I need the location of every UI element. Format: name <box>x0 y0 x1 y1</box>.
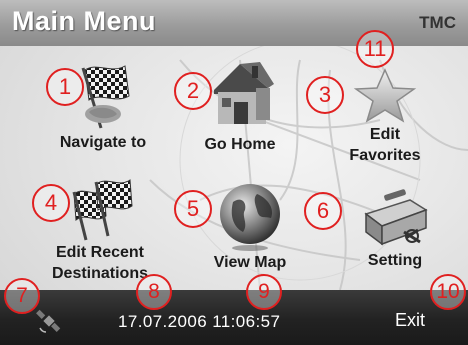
annotation-badge-5: 5 <box>174 190 212 228</box>
main-menu-screen: Main Menu TMC Navigate to Go Home Edit F… <box>0 0 468 345</box>
edit-favorites-label-line1: Edit <box>369 126 401 143</box>
annotation-badge-3: 3 <box>306 76 344 114</box>
tmc-status: TMC <box>419 13 456 32</box>
annotation-badge-6: 6 <box>304 192 342 230</box>
navigate-to-label: Navigate to <box>59 134 147 151</box>
star-icon <box>353 68 417 123</box>
annotation-badge-11: 11 <box>356 30 394 68</box>
view-map-button[interactable]: View Map <box>195 180 305 273</box>
annotation-badge-8: 8 <box>136 274 172 310</box>
annotation-badge-1: 1 <box>46 68 84 106</box>
globe-icon <box>220 184 280 251</box>
annotation-badge-7: 7 <box>4 278 40 314</box>
house-icon <box>214 62 274 124</box>
toolbox-icon <box>364 189 428 246</box>
edit-recent-label-line1: Edit Recent <box>55 244 144 261</box>
page-title: Main Menu <box>12 6 156 36</box>
annotation-badge-9: 9 <box>246 274 282 310</box>
view-map-label: View Map <box>213 254 287 271</box>
annotation-badge-4: 4 <box>32 184 70 222</box>
satellite-icon[interactable] <box>36 308 62 334</box>
go-home-label: Go Home <box>204 136 276 153</box>
header-bar: Main Menu TMC <box>0 0 468 46</box>
checkered-flags-icon <box>72 179 133 241</box>
exit-button[interactable]: Exit <box>395 310 425 331</box>
date-time-display: 17.07.2006 11:06:57 <box>118 312 281 331</box>
setting-button[interactable]: Setting <box>340 186 450 271</box>
annotation-badge-10: 10 <box>430 274 466 310</box>
edit-favorites-button[interactable]: Edit Favorites <box>330 68 440 166</box>
setting-label: Setting <box>367 252 423 269</box>
edit-favorites-label-line2: Favorites <box>349 147 421 164</box>
annotation-badge-2: 2 <box>174 72 212 110</box>
